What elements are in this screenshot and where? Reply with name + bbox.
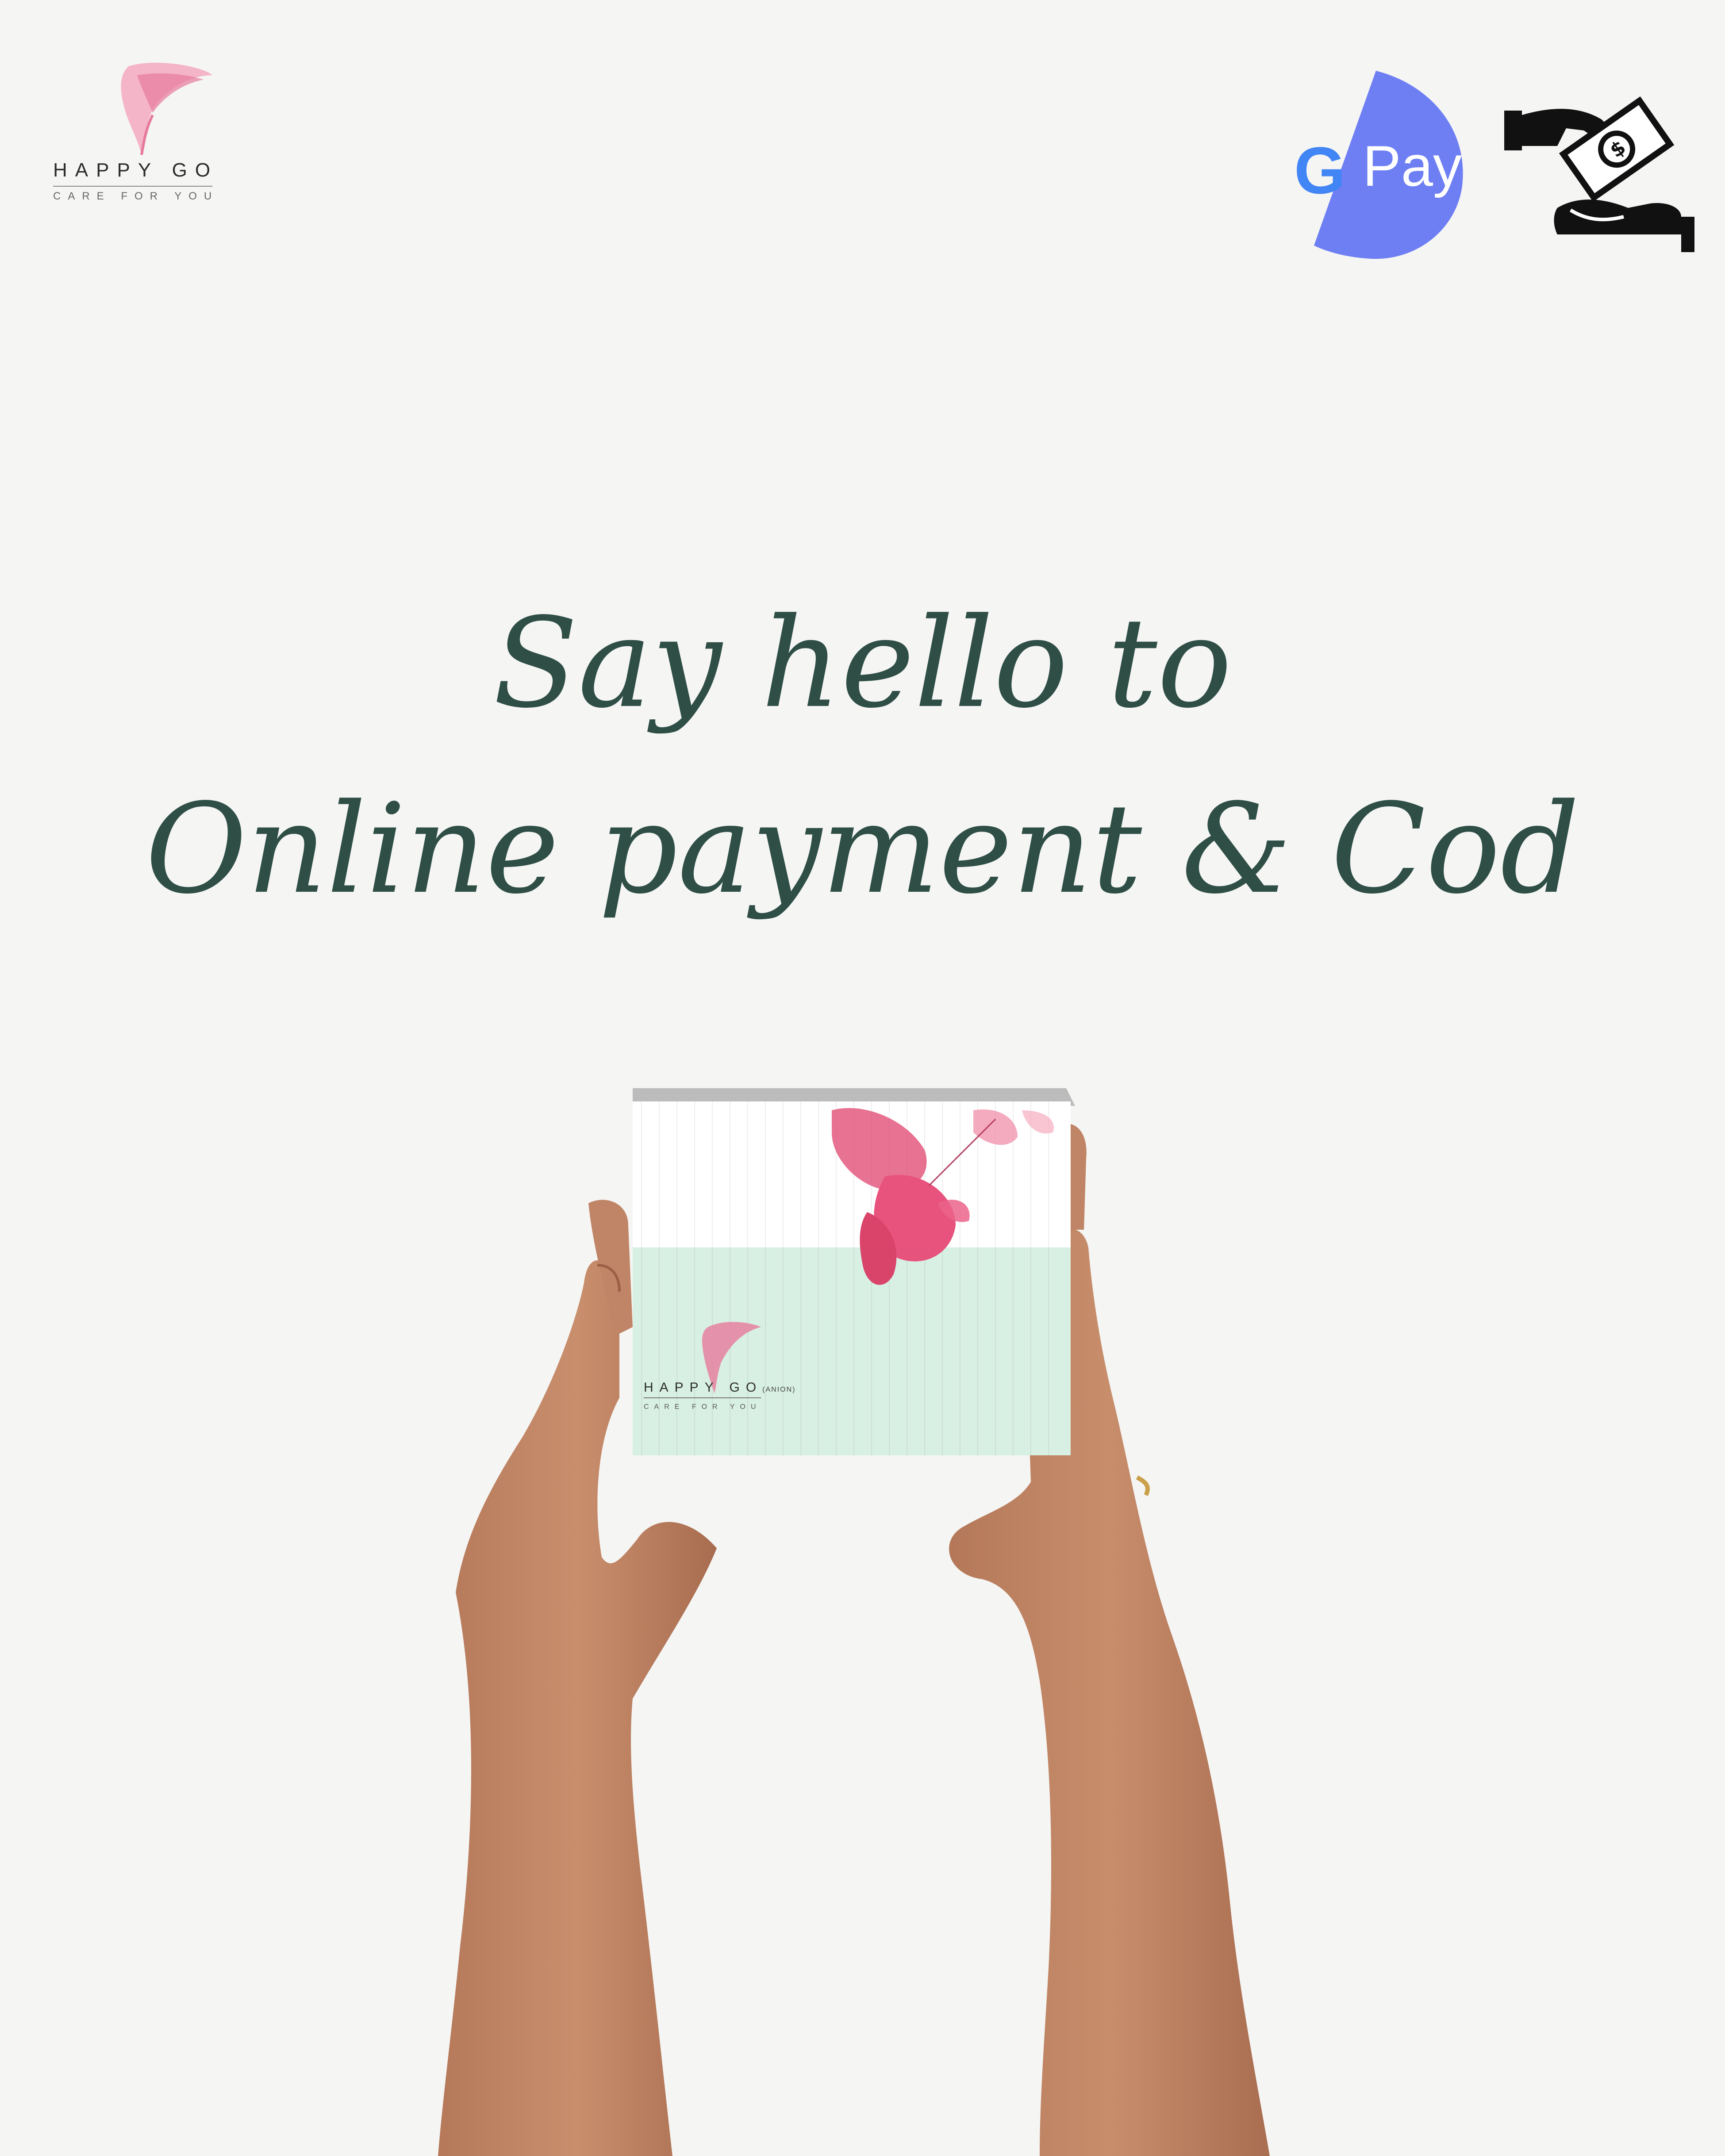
google-pay-label: Pay <box>1363 134 1462 198</box>
box-brand-label: HAPPY GO(ANION) <box>644 1380 796 1395</box>
hands-holding-box-illustration <box>438 1088 1270 2156</box>
headline: Say hello to Online payment & Cod <box>0 571 1725 942</box>
headline-line-1: Say hello to <box>493 591 1232 736</box>
google-pay-icon: G Pay <box>1283 71 1469 261</box>
product-scene <box>0 1017 1725 2156</box>
google-g-letter: G <box>1294 133 1346 207</box>
advert-canvas: HAPPY GO CARE FOR YOU G Pay $ Say hello … <box>0 0 1725 2156</box>
box-brand-name: HAPPY GO <box>644 1380 763 1395</box>
brand-divider <box>53 186 212 187</box>
box-variant: (ANION) <box>762 1386 796 1393</box>
brand-tagline: CARE FOR YOU <box>53 190 219 202</box>
headline-line-2: Online payment & Cod <box>145 777 1580 921</box>
box-mint-band <box>633 1247 1071 1455</box>
brand-logo: HAPPY GO CARE FOR YOU <box>49 58 217 208</box>
brand-name: HAPPY GO <box>53 159 219 181</box>
calla-lily-icon <box>121 62 212 155</box>
cash-on-delivery-icon: $ <box>1504 96 1694 252</box>
box-tagline: CARE FOR YOU <box>644 1403 761 1411</box>
